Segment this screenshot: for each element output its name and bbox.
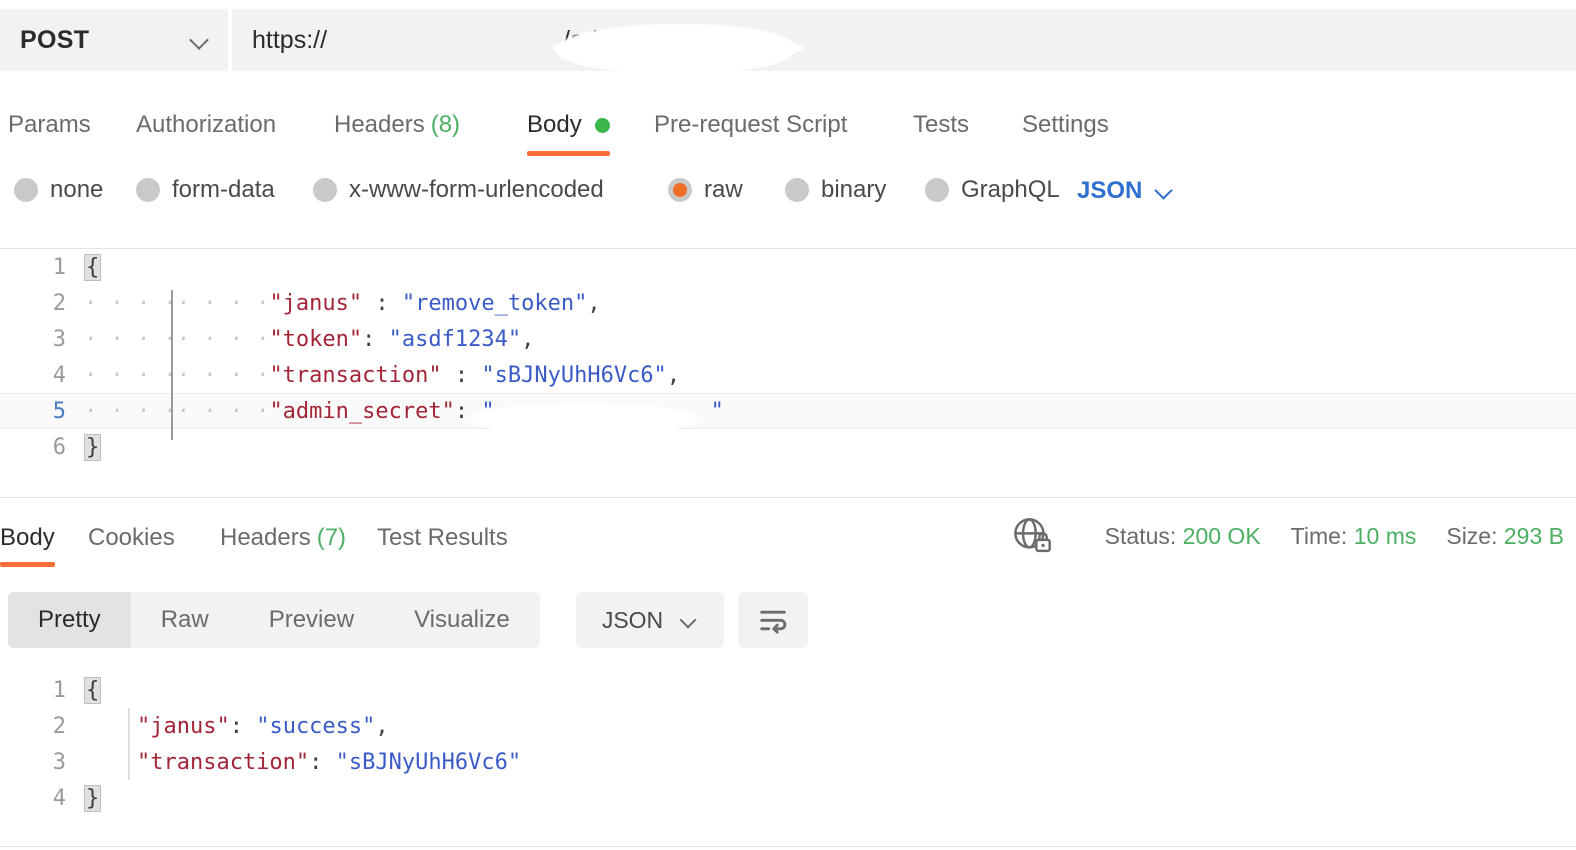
- code-line: 1 {: [0, 672, 1576, 708]
- radio-raw[interactable]: raw: [668, 176, 743, 204]
- code-line: 2 "janus": "success",: [0, 708, 1576, 744]
- radio-none[interactable]: none: [14, 176, 103, 204]
- chevron-down-icon: [1156, 182, 1174, 200]
- response-body-viewer[interactable]: 1 { 2 "janus": "success", 3 "transaction…: [0, 672, 1576, 850]
- url-redaction-overlay: [553, 27, 803, 71]
- radio-dot-icon: [785, 178, 809, 202]
- postman-request-response-pane: POST https:///admin Params Authorization…: [0, 0, 1576, 850]
- code-line: 3 · · · ·· · · ·"token": "asdf1234",: [0, 321, 1576, 357]
- line-number: 1: [52, 677, 66, 703]
- http-method-label: POST: [20, 25, 90, 54]
- code-line: 3 "transaction": "sBJNyUhH6Vc6": [0, 744, 1576, 780]
- time-value: 10 ms: [1353, 522, 1417, 549]
- response-tab-body[interactable]: Body: [0, 513, 55, 567]
- response-indent-guide: [128, 708, 130, 780]
- url-input[interactable]: https:///admin: [232, 9, 1576, 71]
- tab-params[interactable]: Params: [8, 98, 91, 152]
- line-number: 1: [52, 254, 66, 280]
- request-tabs: Params Authorization Headers (8) Body Pre…: [0, 98, 1576, 160]
- response-headers-count: (7): [316, 524, 347, 551]
- code-line: 4 · · · ·· · · ·"transaction" : "sBJNyUh…: [0, 357, 1576, 393]
- code-text: "transaction": "sBJNyUhH6Vc6": [136, 749, 522, 775]
- code-text: {: [84, 676, 102, 704]
- code-line: 6 }: [0, 429, 1576, 465]
- code-text: }: [84, 784, 102, 812]
- time-badge: Time: 10 ms: [1290, 522, 1417, 549]
- active-tab-underline: [0, 562, 55, 567]
- response-tab-cookies[interactable]: Cookies: [88, 513, 175, 563]
- code-text: }: [84, 433, 102, 461]
- tab-authorization[interactable]: Authorization: [136, 98, 276, 152]
- request-body-format-label: JSON: [1077, 177, 1143, 204]
- headers-count: (8): [430, 111, 461, 138]
- request-body-editor[interactable]: 1 { 2 · · · ·· · · ·"janus" : "remove_to…: [0, 248, 1576, 498]
- response-format-selector[interactable]: JSON: [576, 592, 724, 648]
- indent-guide: [171, 290, 173, 440]
- body-modified-dot-icon: [594, 117, 610, 133]
- chevron-down-icon: [190, 30, 210, 50]
- radio-dot-icon: [313, 178, 337, 202]
- line-number: 5: [52, 398, 66, 424]
- globe-lock-icon[interactable]: [1011, 515, 1053, 557]
- active-tab-underline: [527, 151, 610, 156]
- view-mode-pretty[interactable]: Pretty: [8, 592, 131, 648]
- response-status-group: Status: 200 OK Time: 10 ms Size: 293 B: [1011, 515, 1564, 557]
- tab-settings[interactable]: Settings: [1022, 98, 1109, 152]
- line-number: 4: [52, 362, 66, 388]
- http-method-selector[interactable]: POST: [0, 9, 228, 71]
- code-text: "janus": "success",: [136, 713, 389, 739]
- line-number: 6: [52, 434, 66, 460]
- code-text: · · · ·· · · ·"token": "asdf1234",: [84, 326, 535, 352]
- radio-dot-icon: [14, 178, 38, 202]
- line-number: 3: [52, 749, 66, 775]
- tab-tests[interactable]: Tests: [913, 98, 969, 152]
- view-mode-raw[interactable]: Raw: [131, 592, 239, 648]
- view-mode-visualize[interactable]: Visualize: [384, 592, 540, 648]
- code-text: {: [84, 253, 102, 281]
- size-badge: Size: 293 B: [1446, 522, 1564, 549]
- radio-form-data[interactable]: form-data: [136, 176, 275, 204]
- code-line-active: 5 · · · ·· · · ·"admin_secret": "": [0, 393, 1576, 429]
- radio-graphql[interactable]: GraphQL: [925, 176, 1060, 204]
- line-number: 2: [52, 713, 66, 739]
- status-badge: Status: 200 OK: [1104, 522, 1261, 549]
- request-body-format-selector[interactable]: JSON: [1077, 177, 1174, 205]
- line-number: 4: [52, 785, 66, 811]
- tab-body[interactable]: Body: [527, 98, 610, 156]
- status-value: 200 OK: [1182, 522, 1261, 549]
- radio-binary[interactable]: binary: [785, 176, 886, 204]
- response-meta-bar: Body Cookies Headers (7) Test Results St…: [0, 513, 1576, 575]
- response-format-label: JSON: [601, 606, 664, 633]
- tab-pre-request-script[interactable]: Pre-request Script: [654, 98, 847, 152]
- radio-dot-icon: [925, 178, 949, 202]
- radio-x-www-form-urlencoded[interactable]: x-www-form-urlencoded: [313, 176, 604, 204]
- response-view-mode-group: Pretty Raw Preview Visualize: [8, 592, 540, 648]
- line-number: 3: [52, 326, 66, 352]
- code-text: · · · ·· · · ·"transaction" : "sBJNyUhH6…: [84, 362, 681, 388]
- code-line: 1 {: [0, 249, 1576, 285]
- chevron-down-icon: [681, 612, 698, 629]
- code-line: 4 }: [0, 780, 1576, 816]
- response-tab-headers[interactable]: Headers (7): [220, 513, 346, 563]
- tab-headers[interactable]: Headers (8): [334, 98, 460, 152]
- line-number: 2: [52, 290, 66, 316]
- size-value: 293 B: [1503, 522, 1564, 549]
- url-bar: POST https:///admin: [0, 0, 1576, 79]
- radio-dot-selected-icon: [668, 178, 692, 202]
- code-line: 2 · · · ·· · · ·"janus" : "remove_token"…: [0, 285, 1576, 321]
- code-text: · · · ·· · · ·"janus" : "remove_token",: [84, 290, 601, 316]
- code-text: · · · ·· · · ·"admin_secret": "": [84, 398, 724, 424]
- admin-secret-redaction-overlay: [470, 404, 698, 434]
- bottom-divider: [0, 846, 1576, 847]
- word-wrap-button[interactable]: [738, 592, 808, 648]
- body-type-radio-group: none form-data x-www-form-urlencoded raw…: [0, 176, 1576, 224]
- radio-dot-icon: [136, 178, 160, 202]
- response-tab-test-results[interactable]: Test Results: [377, 513, 508, 563]
- view-mode-preview[interactable]: Preview: [239, 592, 384, 648]
- response-view-toolbar: Pretty Raw Preview Visualize JSON: [0, 592, 1576, 654]
- word-wrap-icon: [760, 610, 787, 634]
